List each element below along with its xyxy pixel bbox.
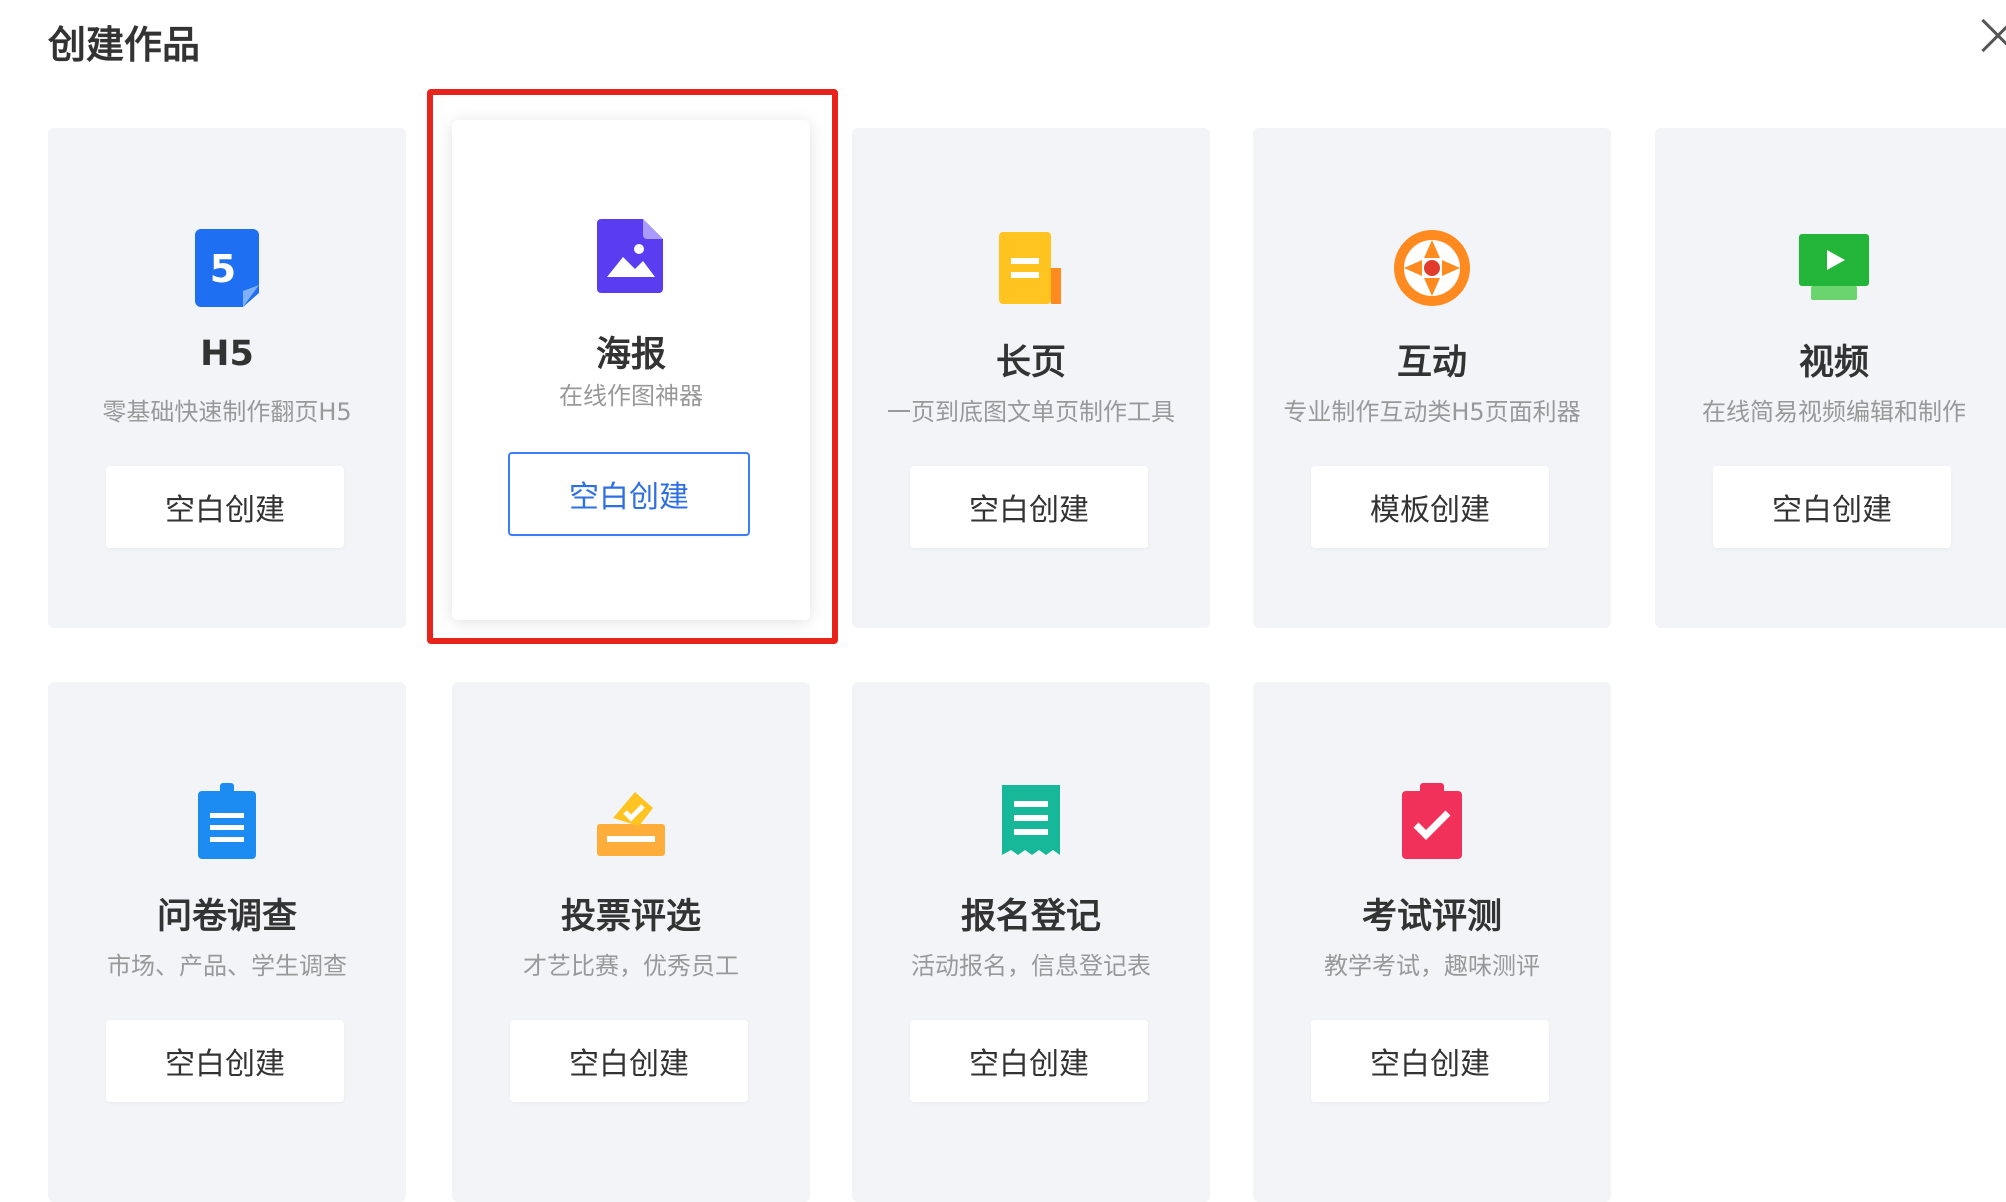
dialog-title: 创建作品 bbox=[48, 23, 201, 67]
svg-text:5: 5 bbox=[210, 247, 236, 291]
card-long-page[interactable]: 长页 一页到底图文单页制作工具 空白创建 bbox=[852, 128, 1210, 628]
long-page-icon bbox=[999, 232, 1061, 304]
card-description: 一页到底图文单页制作工具 bbox=[887, 398, 1175, 426]
card-vote[interactable]: 投票评选 才艺比赛，优秀员工 空白创建 bbox=[452, 682, 810, 1202]
exam-icon bbox=[1402, 783, 1462, 859]
exam-create-button[interactable]: 空白创建 bbox=[1311, 1020, 1549, 1102]
card-description: 教学考试，趣味测评 bbox=[1324, 952, 1540, 980]
card-h5[interactable]: 5 H5 零基础快速制作翻页H5 空白创建 bbox=[48, 128, 406, 628]
close-icon[interactable] bbox=[1976, 14, 2006, 58]
survey-icon bbox=[198, 783, 256, 859]
registration-icon bbox=[1002, 785, 1060, 855]
card-survey[interactable]: 问卷调查 市场、产品、学生调查 空白创建 bbox=[48, 682, 406, 1202]
card-description: 活动报名，信息登记表 bbox=[911, 952, 1151, 980]
video-icon bbox=[1799, 234, 1869, 300]
vote-create-button[interactable]: 空白创建 bbox=[510, 1020, 748, 1102]
card-video[interactable]: 视频 在线简易视频编辑和制作 空白创建 bbox=[1655, 128, 2006, 628]
card-title: 投票评选 bbox=[560, 897, 701, 937]
card-title: 考试评测 bbox=[1361, 897, 1502, 937]
card-poster[interactable]: 海报 在线作图神器 空白创建 bbox=[452, 120, 810, 620]
interactive-icon bbox=[1394, 230, 1470, 306]
card-title: 视频 bbox=[1798, 343, 1869, 383]
poster-icon bbox=[597, 219, 663, 293]
card-title: 问卷调查 bbox=[156, 897, 297, 937]
card-description: 在线简易视频编辑和制作 bbox=[1702, 398, 1966, 426]
card-description: 在线作图神器 bbox=[559, 382, 703, 410]
card-title: 海报 bbox=[595, 335, 666, 375]
card-title: H5 bbox=[200, 334, 254, 374]
survey-create-button[interactable]: 空白创建 bbox=[106, 1020, 344, 1102]
card-title: 互动 bbox=[1396, 343, 1467, 383]
video-create-button[interactable]: 空白创建 bbox=[1713, 466, 1951, 548]
card-title: 长页 bbox=[995, 343, 1066, 383]
card-description: 才艺比赛，优秀员工 bbox=[523, 952, 739, 980]
h5-icon: 5 bbox=[195, 229, 259, 307]
card-title: 报名登记 bbox=[960, 897, 1101, 937]
interactive-create-button[interactable]: 模板创建 bbox=[1311, 466, 1549, 548]
card-interactive[interactable]: 互动 专业制作互动类H5页面利器 模板创建 bbox=[1253, 128, 1611, 628]
card-exam[interactable]: 考试评测 教学考试，趣味测评 空白创建 bbox=[1253, 682, 1611, 1202]
h5-create-button[interactable]: 空白创建 bbox=[106, 466, 344, 548]
card-description: 零基础快速制作翻页H5 bbox=[102, 398, 352, 426]
poster-create-button[interactable]: 空白创建 bbox=[508, 452, 750, 536]
card-description: 专业制作互动类H5页面利器 bbox=[1283, 398, 1581, 426]
vote-icon bbox=[597, 792, 665, 856]
long-page-create-button[interactable]: 空白创建 bbox=[910, 466, 1148, 548]
card-description: 市场、产品、学生调查 bbox=[107, 952, 347, 980]
registration-create-button[interactable]: 空白创建 bbox=[910, 1020, 1148, 1102]
card-registration[interactable]: 报名登记 活动报名，信息登记表 空白创建 bbox=[852, 682, 1210, 1202]
